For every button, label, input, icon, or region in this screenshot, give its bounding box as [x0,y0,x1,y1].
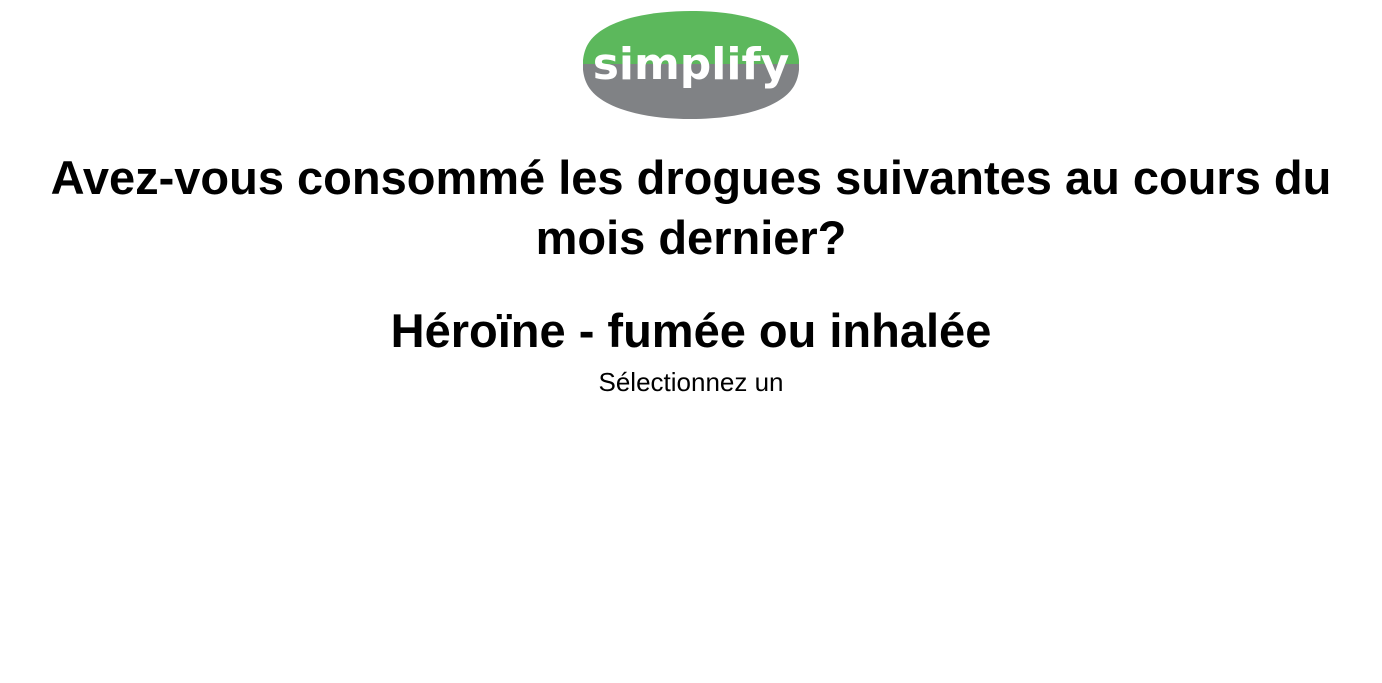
simplify-logo: simplify [583,10,799,120]
selection-instruction: Sélectionnez un [598,367,784,397]
drug-name-heading: Héroïne - fumée ou inhalée [390,304,992,357]
question-title: Avez-vous consommé les drogues suivantes… [50,151,1332,264]
survey-page: simplify Avez-vous consommé les drogues … [0,0,1382,683]
logo-wordmark: simplify [593,39,790,90]
